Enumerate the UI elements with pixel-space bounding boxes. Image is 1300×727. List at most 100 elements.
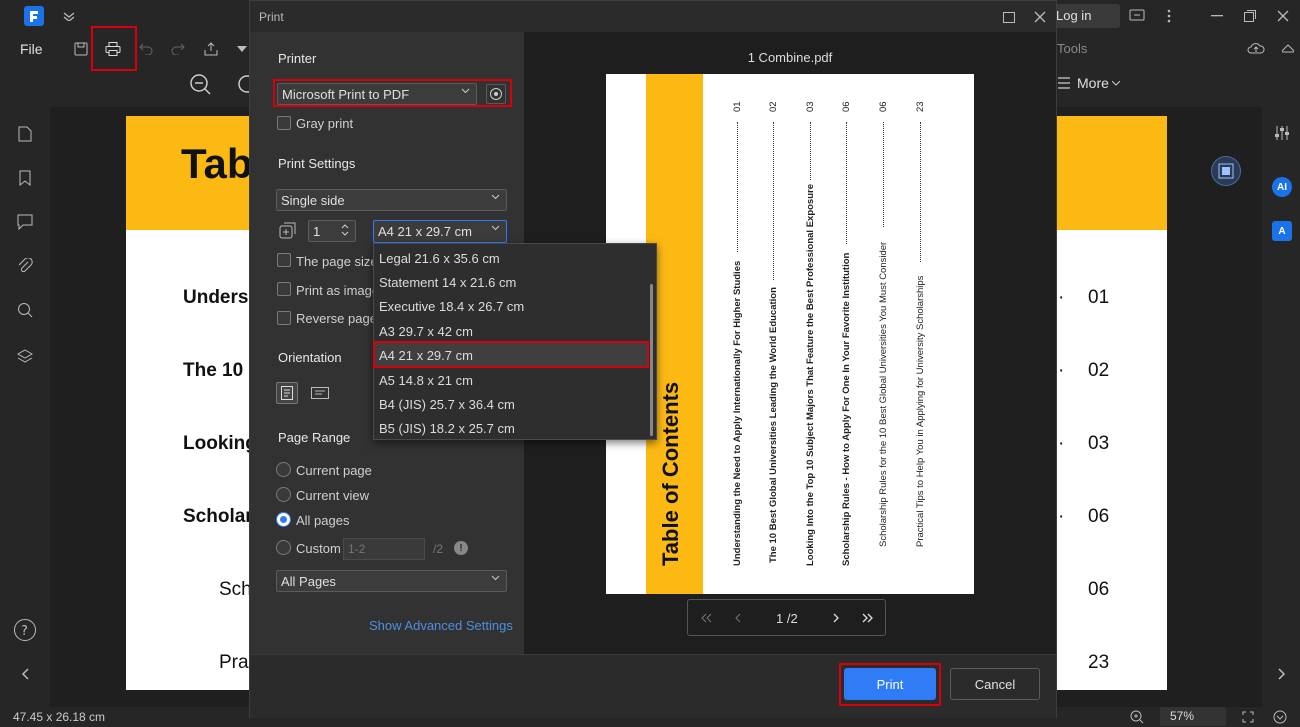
leader-dot: · bbox=[1058, 287, 1065, 308]
custom-label: Custom bbox=[296, 541, 341, 556]
last-page-icon[interactable] bbox=[860, 610, 876, 626]
preview-entry-number: 06 bbox=[878, 101, 889, 112]
layers-icon[interactable] bbox=[16, 347, 34, 365]
paper-option[interactable]: A3 29.7 x 42 cm bbox=[379, 324, 473, 339]
page-subset-value: All Pages bbox=[281, 574, 336, 589]
portrait-icon[interactable] bbox=[276, 382, 298, 404]
first-page-icon[interactable] bbox=[698, 610, 714, 626]
attachment-icon[interactable] bbox=[16, 257, 34, 275]
close-icon[interactable] bbox=[1274, 7, 1292, 25]
chevron-down-icon[interactable] bbox=[60, 8, 78, 24]
print-button[interactable]: Print bbox=[844, 668, 936, 700]
zoom-in-icon[interactable] bbox=[236, 72, 250, 96]
sides-select[interactable]: Single side bbox=[276, 189, 507, 211]
dialog-maximize-icon[interactable] bbox=[1001, 9, 1017, 25]
paper-option[interactable]: Executive 18.4 x 26.7 cm bbox=[379, 299, 524, 314]
leader-line bbox=[846, 122, 847, 244]
stepper-arrows-icon[interactable] bbox=[341, 223, 349, 237]
current-page-radio[interactable] bbox=[276, 462, 291, 477]
more-menu[interactable]: More bbox=[1077, 75, 1109, 91]
reverse-pages-checkbox[interactable] bbox=[277, 311, 291, 325]
redo-icon[interactable] bbox=[169, 40, 187, 58]
expand-right-icon[interactable] bbox=[1274, 665, 1290, 683]
share-icon[interactable] bbox=[202, 40, 220, 58]
preview-entry: The 10 Best Global Universities Leading … bbox=[768, 287, 779, 563]
save-icon[interactable] bbox=[72, 40, 90, 58]
paper-option[interactable]: Legal 21.6 x 35.6 cm bbox=[379, 251, 500, 266]
page-thumbnail-icon[interactable] bbox=[16, 125, 34, 143]
print-as-image-checkbox[interactable] bbox=[277, 282, 291, 296]
cloud-upload-icon[interactable] bbox=[1246, 38, 1266, 58]
scroll-down-icon[interactable] bbox=[1272, 709, 1288, 725]
page-range-heading: Page Range bbox=[278, 430, 351, 445]
landscape-icon[interactable] bbox=[309, 382, 331, 404]
leader-line bbox=[773, 122, 774, 280]
preview-entry: Looking Into the Top 10 Subject Majors T… bbox=[805, 184, 816, 566]
copies-stepper[interactable]: 1 bbox=[308, 220, 356, 242]
next-page-icon[interactable] bbox=[828, 610, 844, 626]
page-size-readout: 47.45 x 26.18 cm bbox=[13, 710, 106, 724]
help-icon[interactable]: ? bbox=[12, 617, 38, 643]
more-menu-icon[interactable] bbox=[1056, 75, 1072, 91]
paper-option[interactable]: A5 14.8 x 21 cm bbox=[379, 373, 473, 388]
dialog-close-icon[interactable] bbox=[1032, 9, 1048, 25]
minimize-icon[interactable] bbox=[1208, 7, 1226, 25]
page-subset-select[interactable]: All Pages bbox=[276, 570, 507, 592]
paper-option[interactable]: B5 (JIS) 18.2 x 25.7 cm bbox=[379, 421, 515, 436]
chevron-down-icon bbox=[491, 194, 500, 200]
svg-text:?: ? bbox=[21, 624, 28, 639]
document-line: The 10 bbox=[183, 360, 244, 381]
preview-pager: 1 /2 bbox=[687, 599, 886, 636]
print-icon-highlight bbox=[91, 26, 137, 71]
zoom-select[interactable]: 57% bbox=[1160, 707, 1226, 726]
leader-line bbox=[920, 122, 921, 262]
search-icon[interactable] bbox=[16, 301, 34, 319]
copies-icon bbox=[277, 220, 299, 242]
document-line: Looking bbox=[183, 433, 257, 454]
maximize-icon[interactable] bbox=[1241, 7, 1259, 25]
paper-size-select[interactable]: A4 21 x 29.7 cm bbox=[373, 220, 507, 243]
document-line: Pra bbox=[219, 652, 249, 673]
zoom-out-icon[interactable] bbox=[188, 72, 212, 96]
custom-range-input[interactable] bbox=[343, 538, 425, 560]
current-view-radio[interactable] bbox=[276, 487, 291, 502]
collapse-icon[interactable] bbox=[1278, 38, 1298, 58]
comment-panel-icon[interactable] bbox=[16, 213, 34, 231]
dropdown-arrow-icon[interactable] bbox=[235, 42, 249, 56]
dropdown-scrollbar[interactable] bbox=[650, 284, 653, 436]
document-title: Tab bbox=[181, 140, 253, 187]
file-menu[interactable]: File bbox=[20, 41, 43, 57]
fit-width-icon[interactable] bbox=[1240, 709, 1256, 725]
info-icon[interactable]: ! bbox=[454, 541, 468, 555]
leader-line bbox=[883, 122, 884, 227]
custom-radio[interactable] bbox=[276, 540, 291, 555]
collapse-left-icon[interactable] bbox=[16, 665, 34, 683]
zoom-in-status-icon[interactable] bbox=[1129, 709, 1145, 725]
dialog-title: Print bbox=[259, 10, 284, 24]
preview-page: Table of Contents Understanding the Need… bbox=[606, 74, 974, 594]
paper-option[interactable]: Statement 14 x 21.6 cm bbox=[379, 275, 516, 290]
floating-tool-icon[interactable] bbox=[1211, 156, 1241, 186]
sides-select-value: Single side bbox=[281, 193, 345, 208]
translate-icon[interactable]: A bbox=[1272, 221, 1292, 241]
page-size-checkbox[interactable] bbox=[277, 253, 291, 267]
tools-menu[interactable]: Tools bbox=[1057, 41, 1087, 56]
ai-assistant-icon[interactable]: AI bbox=[1272, 177, 1292, 197]
leader-dot: · bbox=[1058, 360, 1065, 381]
comment-icon[interactable] bbox=[1128, 7, 1146, 25]
gray-print-checkbox[interactable] bbox=[277, 116, 291, 130]
paper-option[interactable]: B4 (JIS) 25.7 x 36.4 cm bbox=[379, 397, 515, 412]
login-button[interactable]: Log in bbox=[1050, 4, 1120, 28]
settings-sliders-icon[interactable] bbox=[1272, 123, 1292, 143]
show-advanced-settings-link[interactable]: Show Advanced Settings bbox=[369, 618, 513, 633]
bookmark-icon[interactable] bbox=[16, 169, 34, 187]
more-vertical-icon[interactable] bbox=[1160, 7, 1178, 25]
leader-dot: · bbox=[1058, 433, 1065, 454]
page-indicator[interactable]: 1 /2 bbox=[776, 611, 798, 626]
undo-icon[interactable] bbox=[137, 40, 155, 58]
right-sidebar: AI A bbox=[1262, 107, 1300, 707]
cancel-button[interactable]: Cancel bbox=[950, 668, 1040, 700]
more-chevron-icon bbox=[1111, 78, 1121, 88]
all-pages-radio[interactable] bbox=[276, 512, 291, 527]
prev-page-icon[interactable] bbox=[730, 610, 746, 626]
